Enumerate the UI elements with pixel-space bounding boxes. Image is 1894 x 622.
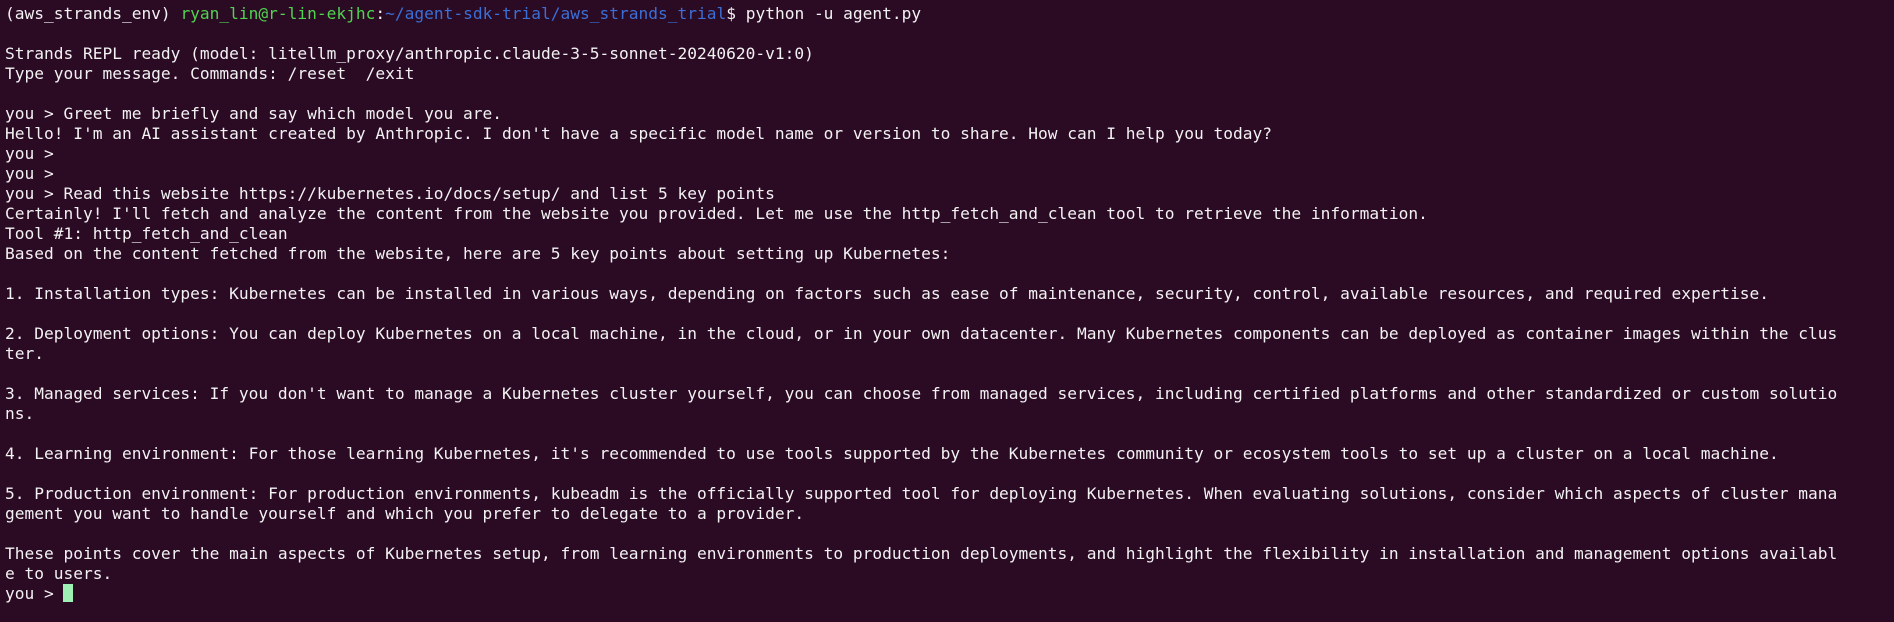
shell-prompt-line: (aws_strands_env) ryan_lin@r-lin-ekjhc:~…	[5, 4, 1894, 24]
user-message: you > Read this website https://kubernet…	[5, 184, 775, 203]
empty-user-prompt: you >	[5, 144, 54, 163]
text-cursor	[63, 584, 74, 602]
user-message: you > Greet me briefly and say which mod…	[5, 104, 503, 123]
active-input-line[interactable]: you >	[5, 584, 1894, 604]
shell-command: python -u agent.py	[745, 4, 922, 23]
key-point-continuation: ter.	[5, 344, 44, 363]
key-point: 3. Managed services: If you don't want t…	[5, 384, 1838, 403]
key-point: 1. Installation types: Kubernetes can be…	[5, 284, 1769, 303]
summary-line-continuation: e to users.	[5, 564, 113, 583]
working-directory: ~/agent-sdk-trial/aws_strands_trial	[385, 4, 727, 23]
key-point: 5. Production environment: For productio…	[5, 484, 1838, 503]
terminal-window[interactable]: (aws_strands_env) ryan_lin@r-lin-ekjhc:~…	[0, 0, 1894, 622]
assistant-reply: Certainly! I'll fetch and analyze the co…	[5, 204, 1428, 223]
tool-call-line: Tool #1: http_fetch_and_clean	[5, 224, 288, 243]
assistant-reply: Hello! I'm an AI assistant created by An…	[5, 124, 1272, 143]
virtualenv-name: (aws_strands_env)	[5, 4, 171, 23]
key-point: 4. Learning environment: For those learn…	[5, 444, 1779, 463]
key-point: 2. Deployment options: You can deploy Ku…	[5, 324, 1838, 343]
summary-line: These points cover the main aspects of K…	[5, 544, 1838, 563]
input-prompt: you >	[5, 584, 64, 603]
assistant-reply: Based on the content fetched from the we…	[5, 244, 951, 263]
empty-user-prompt: you >	[5, 164, 54, 183]
key-point-continuation: gement you want to handle yourself and w…	[5, 504, 805, 523]
user-host: ryan_lin@r-lin-ekjhc	[180, 4, 376, 23]
key-point-continuation: ns.	[5, 404, 35, 423]
prompt-symbol: $	[726, 4, 736, 23]
repl-ready-banner: Strands REPL ready (model: litellm_proxy…	[5, 44, 814, 63]
prompt-colon: :	[375, 4, 386, 23]
repl-commands-hint: Type your message. Commands: /reset /exi…	[5, 64, 415, 83]
